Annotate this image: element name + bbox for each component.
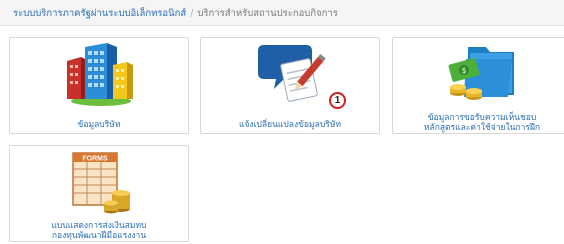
breadcrumb-separator: /: [190, 8, 194, 19]
card-label-line1: แบบแสดงการส่งเงินสมทบ: [51, 221, 147, 231]
step-number-badge: 1: [329, 92, 346, 109]
folder-money-icon: $: [446, 41, 518, 107]
card-label: แบบแสดงการส่งเงินสมทบ กองทุนพัฒนาฝีมือแร…: [14, 221, 184, 241]
office-buildings-icon: [63, 41, 135, 107]
company-info-card[interactable]: ข้อมูลบริษัท: [9, 37, 189, 134]
training-approval-card[interactable]: $ ข้อมูลการขอรับความเห็นชอบ หลักสูตรและค…: [392, 37, 564, 134]
company-change-card[interactable]: 1 แจ้งเปลี่ยนแปลงข้อมูลบริษัท: [200, 37, 380, 134]
card-label-line2: กองทุนพัฒนาฝีมือแรงงาน: [51, 231, 147, 241]
breadcrumb: ระบบบริการภาครัฐผ่านระบบอิเล็กทรอนิกส์ / บ…: [0, 0, 564, 26]
forms-coins-icon: FORMS: [63, 149, 135, 215]
breadcrumb-link-eservices[interactable]: ระบบบริการภาครัฐผ่านระบบอิเล็กทรอนิกส์: [13, 8, 186, 19]
breadcrumb-current: บริการสำหรับสถานประกอบกิจการ: [197, 8, 338, 19]
card-label: ข้อมูลบริษัท: [77, 120, 121, 130]
chat-document-pen-icon: [254, 41, 326, 107]
forms-icon-text: FORMS: [82, 156, 108, 163]
card-label-line1: ข้อมูลการขอรับความเห็นชอบ: [427, 113, 537, 123]
card-label-line2: หลักสูตรและค่าใช้จ่ายในการฝึก: [423, 123, 541, 133]
card-label: แจ้งเปลี่ยนแปลงข้อมูลบริษัท: [238, 120, 342, 130]
svg-text:$: $: [461, 66, 466, 75]
contribution-form-card[interactable]: FORMS แบบแสดงการส่งเงินสมทบ กองทุนพัฒนาฝ…: [9, 145, 189, 242]
card-label: ข้อมูลการขอรับความเห็นชอบ หลักสูตรและค่า…: [397, 113, 564, 133]
